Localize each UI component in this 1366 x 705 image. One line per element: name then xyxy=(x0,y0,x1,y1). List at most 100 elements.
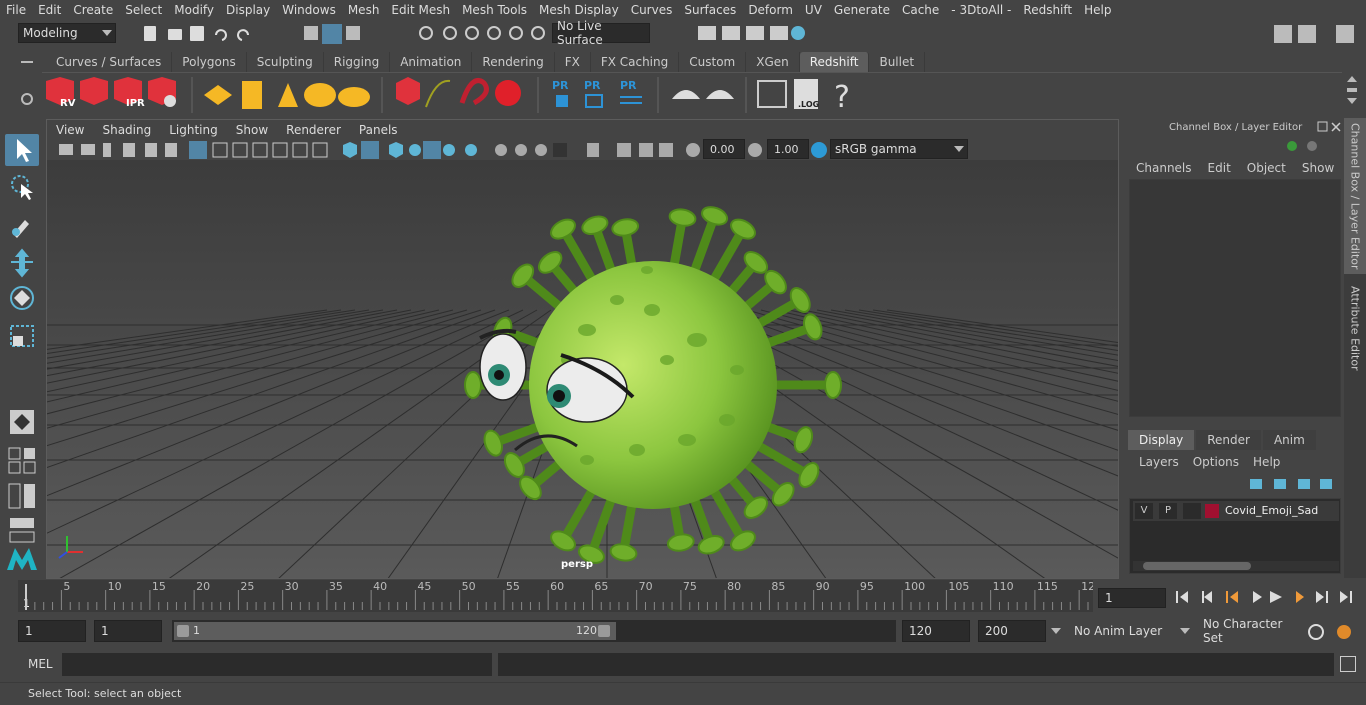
menu-mesh-display[interactable]: Mesh Display xyxy=(533,3,625,17)
layer-buttons[interactable] xyxy=(1244,476,1334,492)
shelf-options[interactable] xyxy=(20,56,34,116)
script-editor-icon[interactable] xyxy=(1340,656,1356,672)
menu-help[interactable]: Help xyxy=(1078,3,1117,17)
menu-generate[interactable]: Generate xyxy=(828,3,896,17)
dome-light-icon[interactable] xyxy=(304,83,336,107)
layout-four-button[interactable] xyxy=(5,444,39,476)
redshift-sphere-icon[interactable] xyxy=(495,80,521,106)
viewport-menu-lighting[interactable]: Lighting xyxy=(160,123,227,137)
select-tool-button[interactable] xyxy=(5,134,39,166)
lasso-tool-button[interactable] xyxy=(5,172,39,204)
layer-scrollbar[interactable] xyxy=(1133,561,1339,571)
channel-box-icons[interactable] xyxy=(1284,136,1340,156)
viewport-menu-view[interactable]: View xyxy=(47,123,93,137)
layer-tab-anim[interactable]: Anim xyxy=(1262,430,1316,450)
command-language-label[interactable]: MEL xyxy=(28,657,53,671)
layer-tab-display[interactable]: Display xyxy=(1128,430,1195,450)
scale-tool-button[interactable] xyxy=(5,320,39,352)
exposure-field[interactable]: 0.00 xyxy=(703,139,745,159)
menu-display[interactable]: Display xyxy=(220,3,276,17)
proxy-swap-icon[interactable] xyxy=(620,96,642,104)
layer-reference-toggle[interactable] xyxy=(1183,503,1201,519)
menu-redshift[interactable]: Redshift xyxy=(1017,3,1078,17)
scene-start-field[interactable]: 1 xyxy=(18,620,86,642)
layer-playback-toggle[interactable]: P xyxy=(1159,503,1177,519)
layer-menu-options[interactable]: Options xyxy=(1193,455,1239,469)
range-slider[interactable]: 1 120 xyxy=(172,620,896,642)
panel-float-close[interactable] xyxy=(1316,120,1342,134)
menu-mesh[interactable]: Mesh xyxy=(342,3,386,17)
channel-box-menu-object[interactable]: Object xyxy=(1247,161,1286,175)
step-forward-key-icon[interactable] xyxy=(1296,591,1304,603)
menu-surfaces[interactable]: Surfaces xyxy=(678,3,742,17)
menu-uv[interactable]: UV xyxy=(799,3,828,17)
channel-box-menu-channels[interactable]: Channels xyxy=(1136,161,1192,175)
layer-name[interactable]: Covid_Emoji_Sad xyxy=(1225,504,1318,517)
viewport-menu-renderer[interactable]: Renderer xyxy=(277,123,350,137)
sun-sky-icon[interactable] xyxy=(338,87,370,107)
render-cube-icon[interactable] xyxy=(80,77,108,105)
shelf-scroll[interactable] xyxy=(1345,74,1359,110)
step-back-icon[interactable] xyxy=(1202,591,1212,603)
shelf-tab-polygons[interactable]: Polygons xyxy=(172,52,247,72)
shelf-tab-curves-surfaces[interactable]: Curves / Surfaces xyxy=(46,52,173,72)
playback-end-field[interactable]: 120 xyxy=(902,620,970,642)
playback-start-field[interactable]: 1 xyxy=(94,620,162,642)
anim-layer-dropdown[interactable]: No Anim Layer xyxy=(1050,620,1170,642)
menu-deform[interactable]: Deform xyxy=(742,3,799,17)
command-input[interactable] xyxy=(62,653,492,676)
material-blend-icon[interactable] xyxy=(706,90,734,99)
channel-box-menu-edit[interactable]: Edit xyxy=(1208,161,1231,175)
shelf-tab-sculpting[interactable]: Sculpting xyxy=(247,52,324,72)
time-slider[interactable]: 1510152025303540455055606570758085909510… xyxy=(18,580,1095,612)
tab-attribute-editor[interactable]: Attribute Editor xyxy=(1344,280,1366,376)
layer-visibility-toggle[interactable]: V xyxy=(1135,503,1153,519)
proxy-import-icon[interactable] xyxy=(585,94,603,108)
shelf-tab-custom[interactable]: Custom xyxy=(679,52,747,72)
menu-select[interactable]: Select xyxy=(119,3,168,17)
shelf-tab-redshift[interactable]: Redshift xyxy=(799,52,870,72)
auto-key-icon[interactable] xyxy=(1308,624,1324,640)
curve-icon[interactable] xyxy=(459,78,489,106)
workspace-dropdown[interactable]: Modeling xyxy=(18,23,116,43)
material-icon[interactable] xyxy=(672,90,700,99)
scene-end-field[interactable]: 200 xyxy=(978,620,1046,642)
character-set-dropdown[interactable]: No Character Set xyxy=(1178,617,1298,645)
layer-color-swatch[interactable] xyxy=(1205,504,1219,518)
go-to-start-icon[interactable] xyxy=(1176,591,1188,603)
menu-3dtoall[interactable]: - 3DtoAll - xyxy=(945,3,1017,17)
hair-icon[interactable] xyxy=(425,79,451,108)
channel-box-menu-show[interactable]: Show xyxy=(1302,161,1334,175)
color-space-dropdown[interactable]: sRGB gamma xyxy=(830,139,968,159)
lights-icon[interactable] xyxy=(204,85,232,105)
rotate-tool-button[interactable] xyxy=(5,282,39,314)
shelf-tab-fx-caching[interactable]: FX Caching xyxy=(591,52,680,72)
play-backward-icon[interactable] xyxy=(1253,591,1262,603)
menu-curves[interactable]: Curves xyxy=(625,3,679,17)
live-surface-field[interactable]: No Live Surface xyxy=(552,19,650,47)
layer-tab-render[interactable]: Render xyxy=(1196,430,1261,450)
menu-windows[interactable]: Windows xyxy=(276,3,342,17)
animation-preferences-icon[interactable] xyxy=(1337,625,1351,639)
channel-box-area[interactable] xyxy=(1129,179,1341,417)
shelf-tab-bullet[interactable]: Bullet xyxy=(869,52,926,72)
menu-modify[interactable]: Modify xyxy=(168,3,220,17)
layer-menu-help[interactable]: Help xyxy=(1253,455,1280,469)
layer-menu-layers[interactable]: Layers xyxy=(1139,455,1179,469)
shelf-tab-fx[interactable]: FX xyxy=(555,52,591,72)
play-forward-icon[interactable] xyxy=(1270,591,1282,603)
proxy-export-icon[interactable] xyxy=(556,95,568,107)
menu-cache[interactable]: Cache xyxy=(896,3,945,17)
shelf-tab-animation[interactable]: Animation xyxy=(390,52,473,72)
move-tool-button[interactable] xyxy=(5,246,39,278)
menu-mesh-tools[interactable]: Mesh Tools xyxy=(456,3,533,17)
viewport-menu-show[interactable]: Show xyxy=(227,123,277,137)
layout-outliner-button[interactable] xyxy=(5,480,39,512)
viewport-menu-panels[interactable]: Panels xyxy=(350,123,407,137)
menu-edit[interactable]: Edit xyxy=(32,3,67,17)
area-light-icon[interactable] xyxy=(242,81,262,109)
step-forward-icon[interactable] xyxy=(1316,591,1328,603)
layout-single-button[interactable] xyxy=(5,406,39,438)
viewport-scene[interactable] xyxy=(47,160,1118,578)
go-to-end-icon[interactable] xyxy=(1340,591,1352,603)
